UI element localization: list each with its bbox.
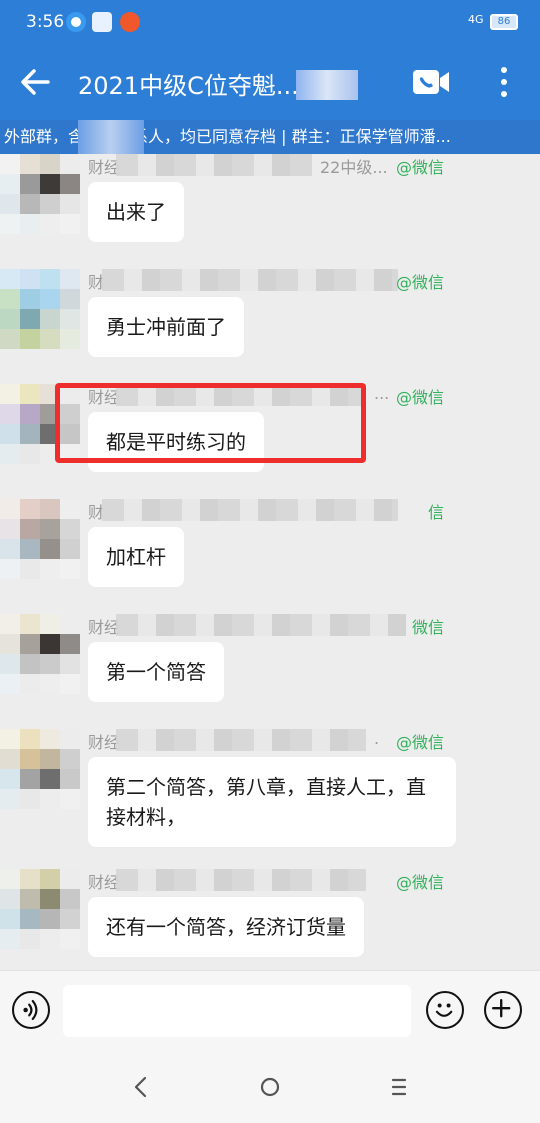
- message-bubble[interactable]: 出来了: [88, 182, 184, 242]
- message-source: @微信: [395, 158, 444, 177]
- highlight-box: [55, 383, 366, 463]
- message-meta: 财经: [88, 614, 448, 637]
- nav-menu-icon[interactable]: [382, 1072, 416, 1102]
- message-bubble[interactable]: 第一个简答: [88, 642, 224, 702]
- message-source: @微信: [395, 873, 444, 892]
- plus-icon[interactable]: [484, 991, 522, 1029]
- sender-redaction: [116, 869, 366, 891]
- message-source: @微信: [395, 388, 444, 407]
- input-bar: [0, 970, 540, 1050]
- message-meta: 财经: [88, 869, 448, 892]
- sender-redaction: [116, 614, 406, 636]
- nav-home-icon[interactable]: [253, 1072, 287, 1102]
- message-bubble[interactable]: 第二个简答，第八章，直接人工，直接材料，: [88, 757, 456, 847]
- app-bar: 2021中级C位夺魁...: [0, 44, 540, 120]
- app-notification-icon: [120, 12, 140, 32]
- sender-redaction: [102, 499, 398, 521]
- banner-redaction: [78, 120, 144, 154]
- message-source: @微信: [395, 733, 444, 752]
- avatar[interactable]: [0, 499, 82, 581]
- message-source: 微信: [411, 618, 444, 637]
- chat-title: 2021中级C位夺魁...: [78, 72, 299, 100]
- status-bar: 3:56 4G 86: [0, 0, 540, 44]
- sender-redaction: [116, 729, 366, 751]
- message-bubble[interactable]: 勇士冲前面了: [88, 297, 244, 357]
- battery-indicator: 86: [490, 14, 518, 30]
- message-bubble[interactable]: 加杠杆: [88, 527, 184, 587]
- message-source: @微信: [395, 273, 444, 292]
- chat-messages[interactable]: 财经 22中级... @微信 出来了 财 @微信 勇士冲前面了 财经 ... @…: [0, 154, 540, 970]
- avatar[interactable]: [0, 729, 82, 811]
- group-snippet: .: [374, 729, 380, 748]
- video-call-icon[interactable]: [412, 66, 450, 98]
- arrow-left-icon[interactable]: [18, 62, 54, 102]
- avatar[interactable]: [0, 869, 82, 951]
- nav-back-icon[interactable]: [124, 1072, 158, 1102]
- message-meta: 财经 22中级...: [88, 154, 448, 177]
- message-bubble[interactable]: 还有一个简答，经济订货量: [88, 897, 364, 957]
- more-vertical-icon[interactable]: [492, 64, 516, 100]
- app-notification-icon: [92, 12, 112, 32]
- message-input[interactable]: [63, 985, 411, 1037]
- message-meta: 财经 .: [88, 729, 448, 752]
- title-redaction: [296, 70, 358, 100]
- avatar[interactable]: [0, 154, 82, 236]
- voice-icon[interactable]: [12, 991, 50, 1029]
- message-meta: 财: [88, 269, 448, 292]
- group-snippet: 22中级...: [320, 158, 388, 177]
- emoji-icon[interactable]: [426, 991, 464, 1029]
- message-meta: 财: [88, 499, 448, 522]
- signal-indicator: 4G: [468, 13, 484, 26]
- app-notification-icon: [66, 12, 86, 32]
- group-snippet: ...: [374, 384, 390, 403]
- status-time: 3:56: [26, 12, 65, 32]
- avatar[interactable]: [0, 614, 82, 696]
- message-source: 信: [427, 503, 444, 522]
- sender-redaction: [102, 269, 398, 291]
- avatar[interactable]: [0, 269, 82, 351]
- sender-redaction: [116, 154, 312, 176]
- system-nav-bar: [0, 1050, 540, 1123]
